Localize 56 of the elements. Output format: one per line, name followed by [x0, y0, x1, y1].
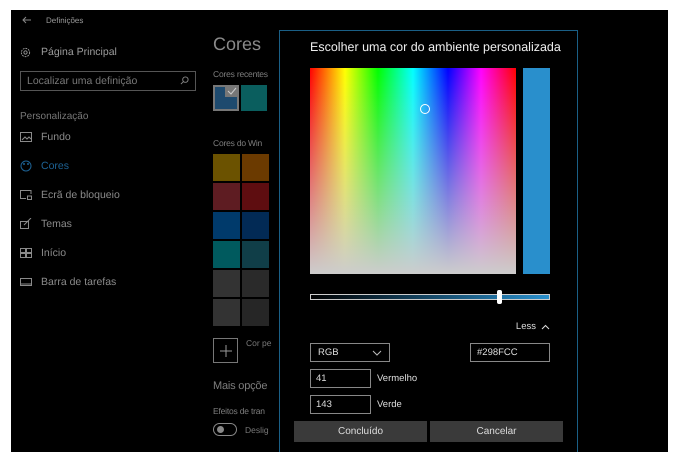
dialog-title: Escolher uma cor do ambiente personalizada: [310, 40, 562, 54]
color-swatch[interactable]: [241, 85, 267, 111]
color-swatch[interactable]: [242, 183, 269, 210]
taskbar-icon: [20, 278, 32, 286]
channel-label: Verde: [377, 399, 402, 410]
page-title: Cores: [213, 34, 262, 55]
section-heading: Personalização: [20, 111, 90, 122]
color-swatch[interactable]: [242, 241, 269, 268]
tiles-icon: [20, 248, 32, 258]
add-color-button[interactable]: [213, 338, 238, 363]
color-swatch[interactable]: [213, 270, 240, 297]
section-label: Cores recentes: [213, 69, 269, 79]
lock-screen-icon: [20, 190, 32, 200]
nav-item[interactable]: Temas: [20, 209, 203, 238]
picture-icon: [20, 132, 32, 142]
gear-icon: [20, 46, 31, 58]
setting-label: Efeitos de tran: [213, 406, 266, 416]
color-swatch[interactable]: [242, 299, 269, 326]
selector-ring-icon[interactable]: [420, 104, 430, 114]
color-swatch[interactable]: [242, 154, 269, 181]
channel-label: Vermelho: [377, 373, 418, 384]
channel-field[interactable]: 143: [310, 395, 371, 414]
nav-item[interactable]: Fundo: [20, 122, 203, 151]
channel-field[interactable]: 41: [310, 369, 371, 388]
color-swatch[interactable]: [242, 270, 269, 297]
caret-up-icon: [541, 324, 550, 330]
color-swatch[interactable]: [213, 299, 240, 326]
color-swatch[interactable]: [213, 212, 240, 239]
mode-dropdown[interactable]: RGB: [310, 343, 390, 362]
color-swatch[interactable]: [213, 241, 240, 268]
nav-item[interactable]: Ecrã de bloqueio: [20, 180, 203, 209]
section-heading: Mais opçõe: [213, 380, 268, 392]
color-spectrum[interactable]: [310, 68, 516, 274]
plus-icon: [220, 344, 232, 356]
chevron-down-icon: [372, 350, 382, 356]
dialog-button[interactable]: Cancelar: [430, 421, 563, 442]
color-swatch[interactable]: [213, 154, 240, 181]
brush-icon: [20, 218, 32, 229]
dialog-button[interactable]: Concluído: [294, 421, 427, 442]
search-icon: [180, 76, 189, 85]
home-link[interactable]: Página Principal: [41, 46, 117, 58]
color-swatch[interactable]: [213, 85, 239, 111]
brightness-slider[interactable]: [310, 290, 550, 304]
color-swatch[interactable]: [213, 183, 240, 210]
search-field[interactable]: Localizar uma definição: [20, 71, 196, 91]
color-swatch[interactable]: [242, 212, 269, 239]
custom-color-label: Cor pe: [246, 338, 272, 350]
toggle-label: Deslig: [245, 424, 269, 434]
less-link[interactable]: Less: [516, 321, 550, 332]
nav-item[interactable]: Início: [20, 238, 203, 267]
back-arrow-icon[interactable]: [22, 16, 32, 24]
nav-item[interactable]: Barra de tarefas: [20, 267, 203, 296]
window-title: Definições: [46, 16, 84, 24]
hex-field[interactable]: #298FCC: [470, 343, 550, 362]
toggle-switch[interactable]: [213, 423, 237, 436]
section-label: Cores do Win: [213, 138, 264, 148]
